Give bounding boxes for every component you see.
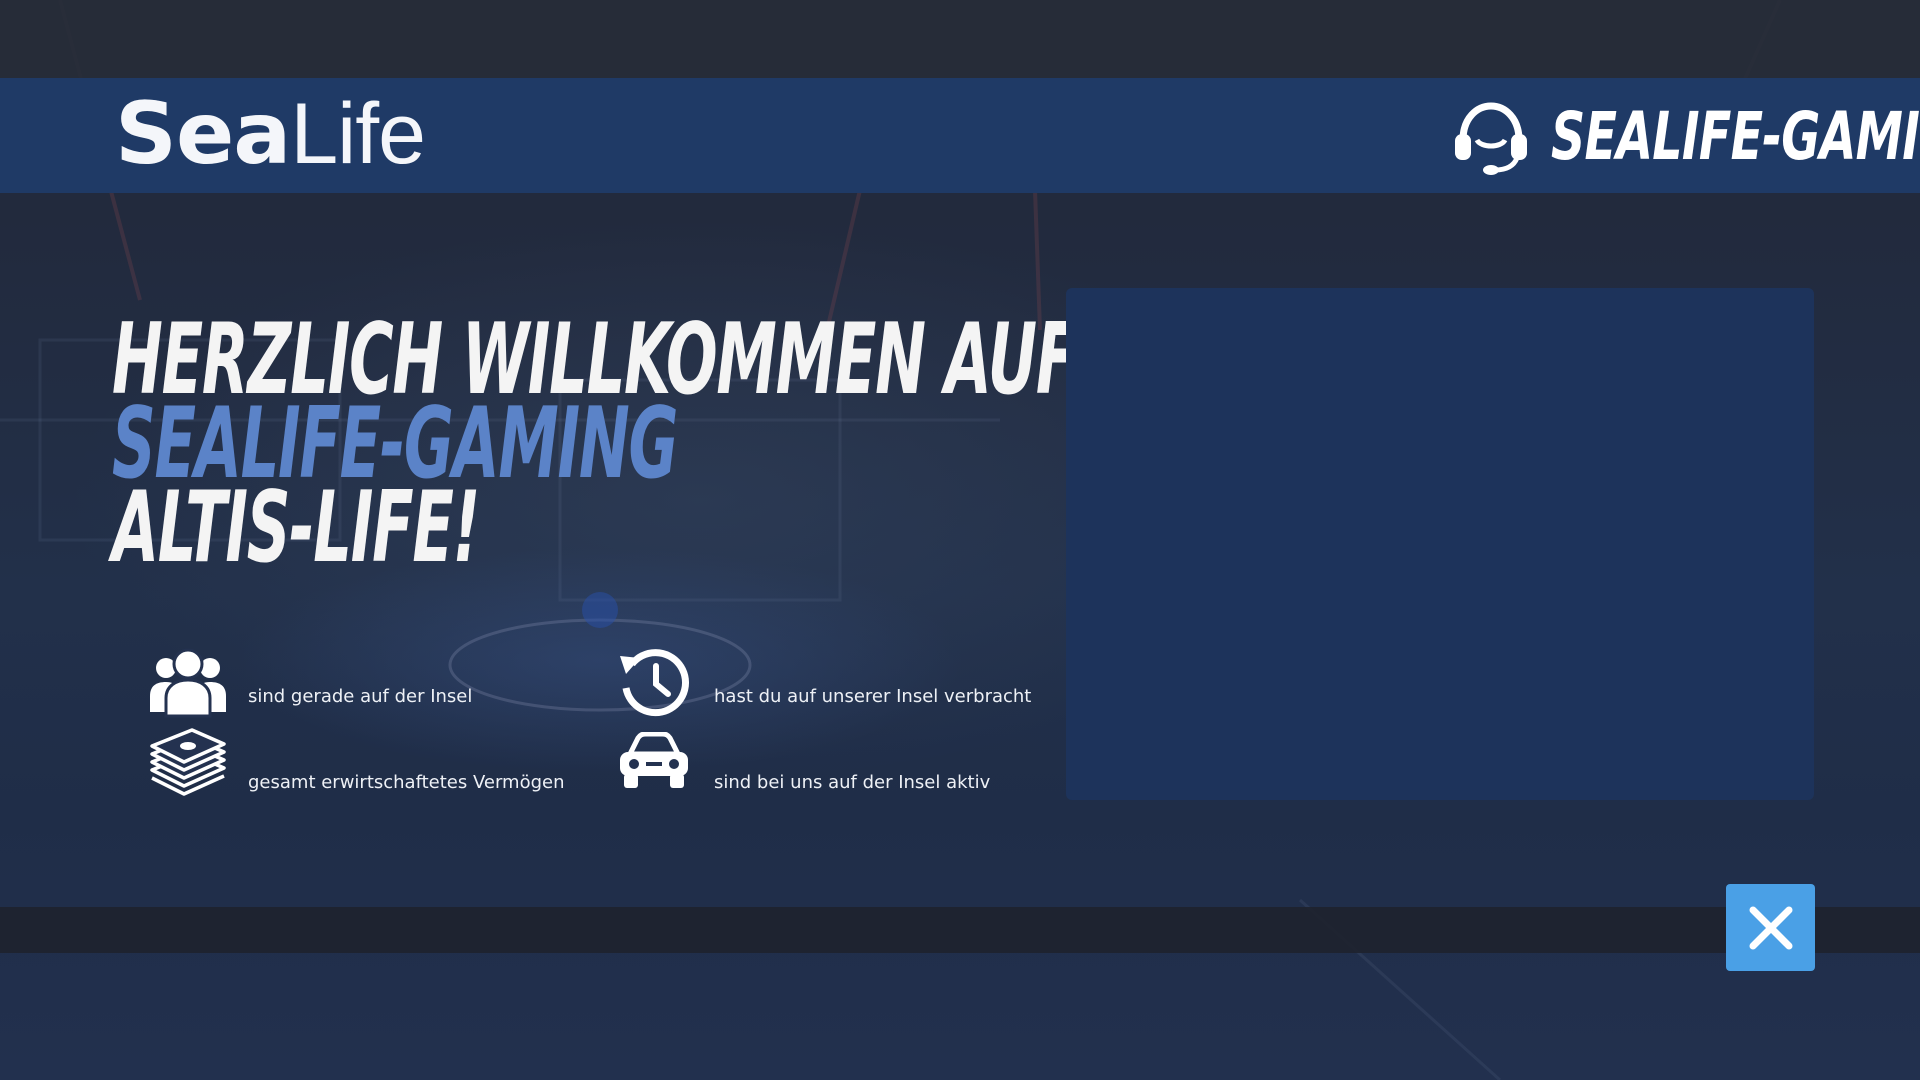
stat-cars: sind bei uns auf der Insel aktiv [614,722,990,802]
car-icon [614,722,694,802]
close-icon [1749,906,1792,949]
bottom-strip [0,907,1920,953]
stat-money-label: gesamt erwirtschaftetes Vermögen [248,772,565,793]
brand-name: SEALIFE-GAMING [1551,97,1920,175]
welcome-headline: HERZLICH WILLKOMMEN AUF SEALIFE-GAMING A… [112,311,1077,585]
stat-cars-label: sind bei uns auf der Insel aktiv [714,772,991,793]
sealife-logo: SeaLife [115,86,426,182]
close-button[interactable] [1726,884,1815,971]
headline-line-3: ALTIS-LIFE! [112,471,480,585]
welcome-screen: SeaLife SEALIFE-GAMING HERZLICH WILLKOMM… [0,0,1920,1080]
headset-icon [1455,102,1527,175]
stat-time-label: hast du auf unserer Insel verbracht [714,686,1032,707]
money-stack-icon [148,722,228,802]
stat-players-label: sind gerade auf der Insel [248,686,473,707]
logo-light-part: Life [290,86,426,182]
history-icon [614,642,694,722]
top-strip [0,0,1920,78]
stat-time: hast du auf unserer Insel verbracht [614,642,1031,722]
content-panel [1066,288,1814,800]
stat-players: sind gerade auf der Insel [148,642,472,722]
logo-bold-part: Sea [115,84,291,184]
users-icon [148,642,228,722]
stat-money: gesamt erwirtschaftetes Vermögen [148,722,565,802]
brand-badge: SEALIFE-GAMING [1451,96,1920,176]
